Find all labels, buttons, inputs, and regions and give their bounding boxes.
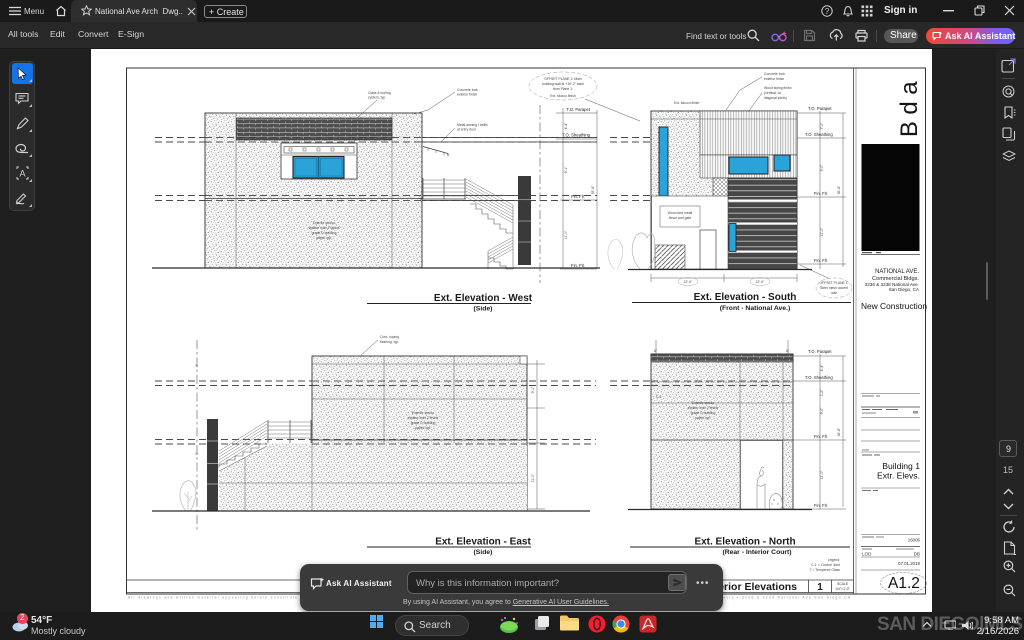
svg-text:Ext. Elevation - South: Ext. Elevation - South (694, 292, 797, 303)
svg-text:Legend:: Legend: (828, 558, 840, 562)
svg-text:(Rear - Interior Court): (Rear - Interior Court) (722, 549, 791, 556)
svg-text:system over 2 levels: system over 2 levels (688, 406, 719, 410)
svg-text:9'-1": 9'-1" (564, 166, 568, 174)
svg-text:T.O. Sheathing: T.O. Sheathing (805, 375, 833, 380)
svg-text:11'-0": 11'-0" (820, 227, 824, 236)
svg-text:11'-0": 11'-0" (531, 473, 535, 482)
svg-text:Fin. Flr.: Fin. Flr. (814, 503, 828, 508)
svg-text:grade D building: grade D building (312, 231, 337, 235)
svg-text:1'-2": 1'-2" (820, 389, 824, 397)
svg-text:NATIONAL AVE.: NATIONAL AVE. (875, 269, 919, 275)
svg-text:grade D building: grade D building (691, 411, 716, 415)
svg-text:Building 1: Building 1 (882, 461, 920, 471)
svg-text:DB: DB (914, 552, 920, 557)
svg-text:C.J. = Control Joint: C.J. = Control Joint (811, 563, 840, 567)
svg-text:?: ? (825, 7, 830, 16)
svg-text:07.01.2019: 07.01.2019 (898, 561, 921, 566)
svg-text:4'-4": 4'-4" (564, 122, 568, 130)
svg-text:system, typ.: system, typ. (368, 96, 386, 100)
svg-text:Fin. Flr.: Fin. Flr. (571, 263, 585, 268)
svg-text:paper, typ.: paper, typ. (316, 236, 332, 240)
svg-text:T.O. Parapet: T.O. Parapet (808, 106, 832, 111)
svg-text:diagonal joints): diagonal joints) (764, 96, 787, 100)
svg-text:Exterior stucco: Exterior stucco (412, 411, 435, 415)
svg-text:grade D building: grade D building (411, 421, 436, 425)
svg-text:Fin. Flr.: Fin. Flr. (571, 194, 585, 199)
svg-text:4': 4' (195, 364, 199, 367)
svg-text:1: 1 (817, 582, 823, 593)
svg-text:Ext. Elevation - North: Ext. Elevation - North (694, 537, 795, 548)
svg-text:Ext. stucco finish: Ext. stucco finish (674, 101, 700, 105)
svg-text:paper, typ.: paper, typ. (695, 416, 711, 420)
svg-text:SCALE: SCALE (837, 582, 849, 586)
svg-text:16006: 16006 (908, 538, 921, 543)
svg-text:T.O. Sheathing: T.O. Sheathing (805, 132, 833, 137)
svg-text:Wood siding finish: Wood siding finish (764, 86, 792, 90)
svg-text:36'-8": 36'-8" (837, 427, 841, 436)
svg-text:(vertical, w/: (vertical, w/ (764, 91, 781, 95)
svg-text:Ext. stucco finish: Ext. stucco finish (550, 94, 576, 98)
svg-text:Class A roofing: Class A roofing (368, 91, 391, 95)
svg-text:Metal awning / trellis: Metal awning / trellis (457, 123, 488, 127)
svg-text:A: A (19, 169, 25, 179)
svg-text:9': 9' (195, 452, 199, 455)
svg-text:36'-8": 36'-8" (837, 185, 841, 194)
svg-text:system over 2 layers: system over 2 layers (308, 226, 339, 230)
svg-text:LOD: LOD (862, 552, 872, 557)
svg-text:exterior finish: exterior finish (457, 93, 477, 97)
svg-text:Ext. Elevation - East: Ext. Elevation - East (435, 537, 531, 548)
svg-text:11'-0": 11'-0" (564, 230, 568, 239)
svg-text:fence and gate: fence and gate (669, 216, 692, 220)
svg-text:Steel mesh accent: Steel mesh accent (820, 286, 848, 290)
svg-text:T = Tempered Glass: T = Tempered Glass (810, 568, 841, 572)
svg-text:Cont. coping: Cont. coping (380, 335, 399, 339)
svg-text:T.O. Sheathing: T.O. Sheathing (562, 133, 590, 138)
svg-text:9'-1": 9'-1" (531, 386, 535, 394)
svg-text:(Side): (Side) (474, 306, 493, 313)
svg-text:building wall at +19'-2" back: building wall at +19'-2" back (542, 82, 584, 86)
svg-text:New Construction: New Construction (861, 301, 927, 311)
svg-text:Wood and metal: Wood and metal (668, 211, 693, 215)
svg-text:T.O. Parapet: T.O. Parapet (566, 107, 590, 112)
svg-text:11'-0": 11'-0" (820, 470, 824, 479)
svg-text:(Side): (Side) (474, 549, 493, 556)
svg-text:12'-0": 12'-0" (756, 280, 765, 284)
svg-text:wall: wall (831, 291, 837, 295)
svg-text:Extr. Elevs.: Extr. Elevs. (877, 471, 920, 481)
svg-text:Bda: Bda (896, 75, 923, 137)
svg-text:7'-0": 7'-0" (820, 122, 824, 130)
svg-text:Fin. Flr.: Fin. Flr. (814, 191, 828, 196)
svg-text:system over 2 levels: system over 2 levels (408, 416, 439, 420)
svg-text:4'-4": 4'-4" (820, 364, 824, 372)
svg-text:OFFSET PLANE 1:: OFFSET PLANE 1: (819, 281, 848, 285)
svg-text:C.J.: C.J. (656, 395, 662, 399)
svg-text:San Diego, CA: San Diego, CA (889, 287, 920, 292)
svg-text:9'-0": 9'-0" (820, 164, 824, 172)
svg-text:12'-0": 12'-0" (684, 280, 693, 284)
svg-text:1/4"=1'-0": 1/4"=1'-0" (835, 587, 850, 591)
svg-text:Fin. Flr.: Fin. Flr. (814, 434, 828, 439)
svg-text:Exterior stucco: Exterior stucco (692, 401, 715, 405)
svg-text:exterior finish: exterior finish (764, 77, 784, 81)
svg-text:9'-0": 9'-0" (820, 407, 824, 415)
svg-text:Fin. Flr.: Fin. Flr. (814, 258, 828, 263)
svg-text:flashing, typ.: flashing, typ. (380, 340, 399, 344)
svg-text:Ext. Elevation - West: Ext. Elevation - West (434, 293, 533, 304)
svg-text:from Plane 1:: from Plane 1: (553, 87, 573, 91)
svg-text:paper, typ.: paper, typ. (415, 426, 431, 430)
svg-text:at entry door: at entry door (457, 128, 477, 132)
svg-text:Concrete look: Concrete look (764, 72, 785, 76)
svg-text:35'-8": 35'-8" (591, 185, 595, 194)
svg-text:(Front - National Ave.): (Front - National Ave.) (720, 305, 790, 312)
svg-text:A1.2: A1.2 (888, 575, 920, 592)
svg-text:Exterior stucco: Exterior stucco (313, 221, 336, 225)
svg-text:OFFSET PLANE 2: Main: OFFSET PLANE 2: Main (544, 77, 582, 81)
svg-text:T.O. Parapet: T.O. Parapet (808, 349, 832, 354)
svg-text:Concrete look: Concrete look (457, 88, 478, 92)
